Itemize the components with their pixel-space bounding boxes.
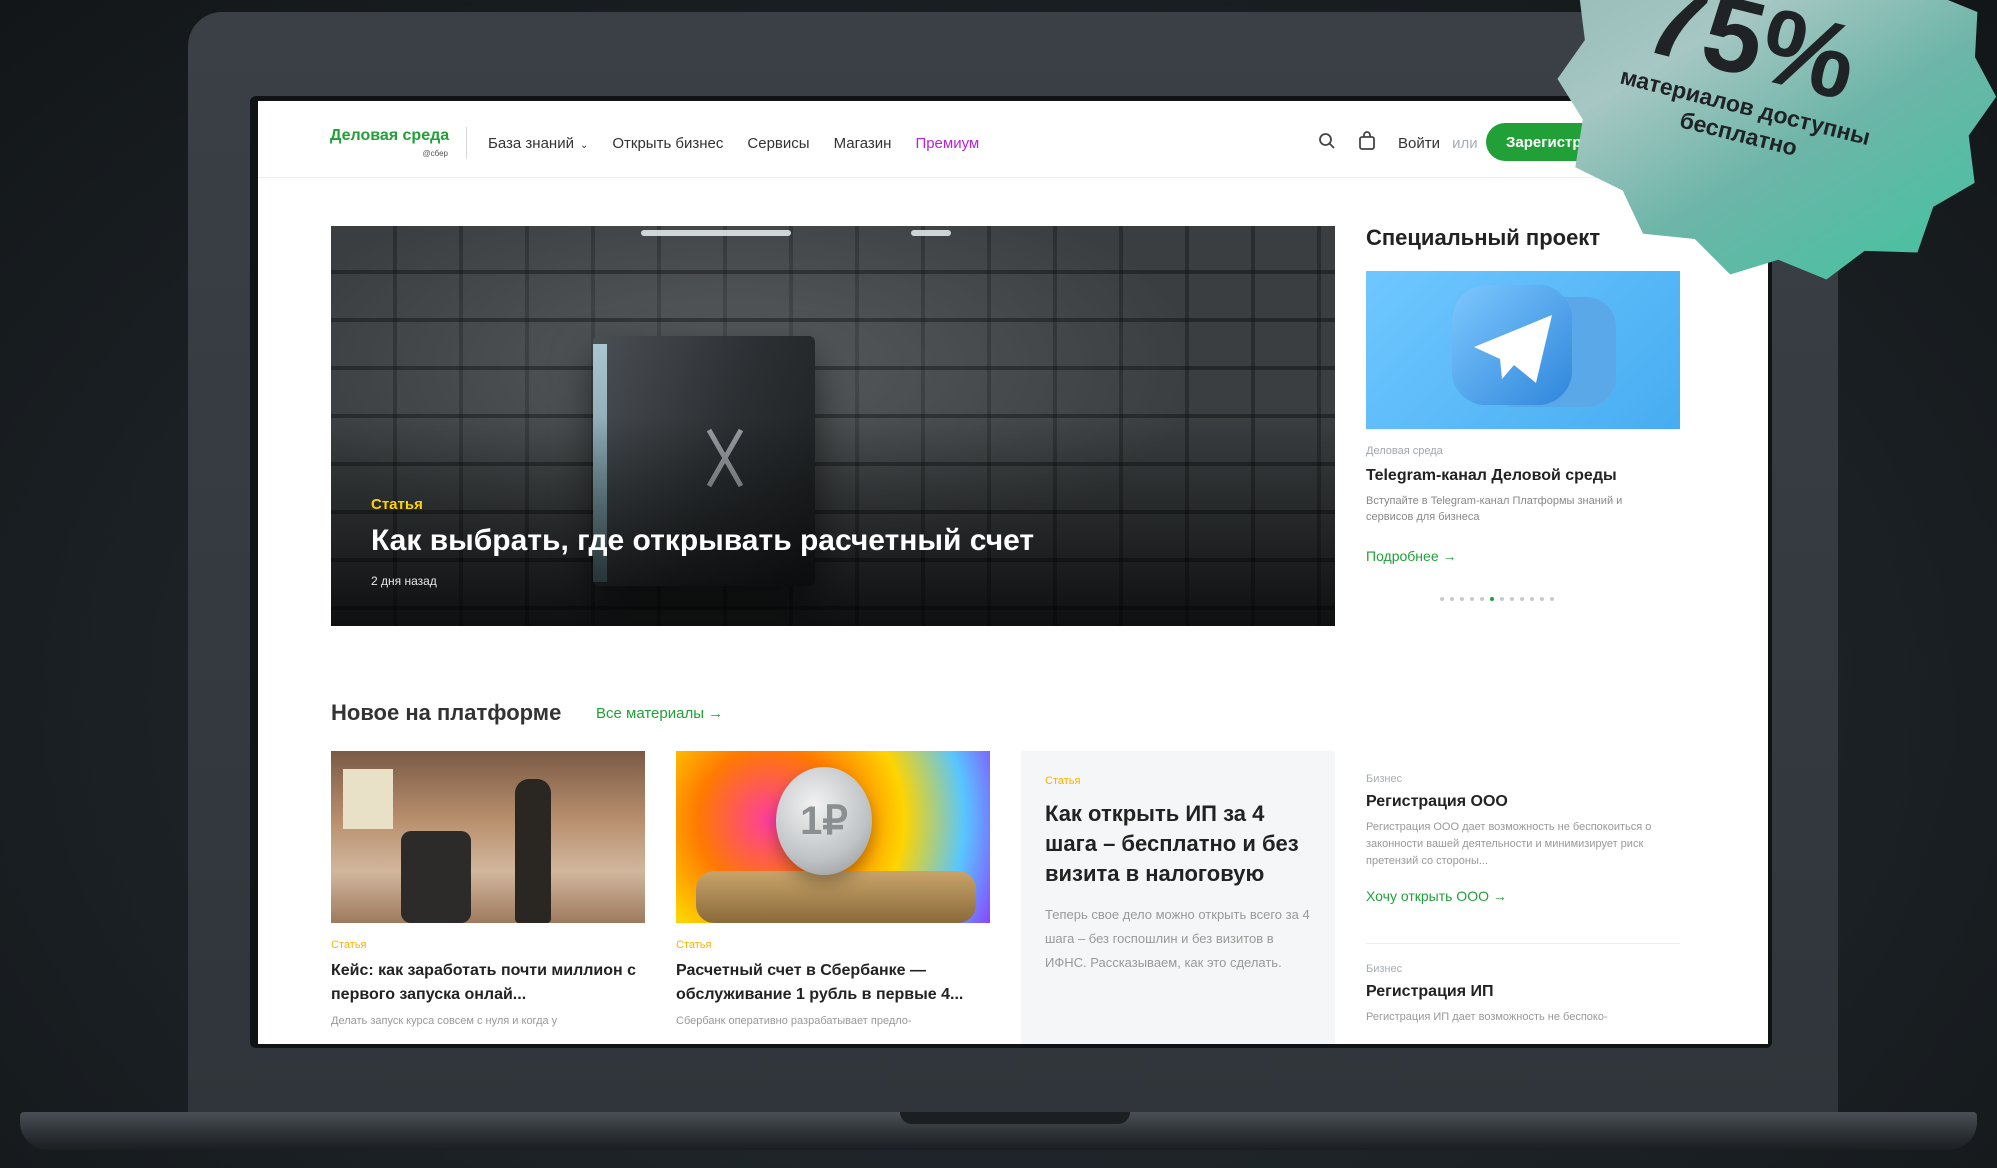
business-title[interactable]: Регистрация ИП — [1366, 983, 1680, 1001]
browser-screen: Деловая среда @сбер База знаний ⌄ Открыть… — [258, 101, 1768, 1044]
login-area: Войти или — [1398, 135, 1478, 152]
card-title[interactable]: Расчетный счет в Сбербанке — обслуживани… — [676, 959, 990, 1007]
bag-icon[interactable] — [1358, 131, 1376, 151]
feature-tag: Статья — [1045, 775, 1081, 787]
login-link[interactable]: Войти — [1398, 135, 1440, 152]
card-image-barbershop — [331, 751, 645, 923]
carousel-dot[interactable] — [1450, 597, 1454, 601]
nav-item-open-business[interactable]: Открыть бизнес — [612, 135, 723, 152]
window-shape — [343, 769, 393, 829]
special-project-source: Деловая среда — [1366, 445, 1443, 457]
business-category: Бизнес — [1366, 773, 1403, 785]
carousel-dot[interactable] — [1460, 597, 1464, 601]
laptop-notch — [900, 1112, 1130, 1124]
business-item[interactable]: Бизнес Регистрация ИП Регистрация ИП дае… — [1366, 963, 1680, 1026]
site-logo[interactable]: Деловая среда @сбер — [330, 127, 452, 165]
feature-description: Теперь свое дело можно открыть всего за … — [1045, 907, 1310, 970]
card-description: Делать запуск курса совсем с нуля и когд… — [331, 1015, 558, 1027]
carousel-dot[interactable] — [1540, 597, 1544, 601]
article-card[interactable]: Статья Кейс: как заработать почти миллио… — [331, 751, 645, 1029]
business-description: Регистрация ИП дает возможность не беспо… — [1366, 1011, 1608, 1023]
carousel-dot[interactable] — [1480, 597, 1484, 601]
site-header: Деловая среда @сбер База знаний ⌄ Открыть… — [258, 101, 1768, 178]
open-ooo-link[interactable]: Хочу открыть ООО → — [1366, 888, 1680, 904]
search-icon[interactable] — [1318, 132, 1336, 150]
nav-item-premium[interactable]: Премиум — [915, 135, 979, 152]
hero-shade — [331, 416, 1335, 626]
card-title[interactable]: Кейс: как заработать почти миллион с пер… — [331, 959, 645, 1007]
business-divider — [1366, 943, 1680, 944]
special-project-image[interactable] — [1366, 271, 1680, 429]
carousel-dot[interactable] — [1500, 597, 1504, 601]
article-card[interactable]: 1₽ Статья Расчетный счет в Сбербанке — о… — [676, 751, 990, 1029]
nav-item-shop[interactable]: Магазин — [834, 135, 892, 152]
carousel-dot[interactable] — [1440, 597, 1444, 601]
hero-ceiling-light — [641, 230, 791, 236]
hero-date: 2 дня назад — [371, 574, 437, 588]
feature-article-card[interactable]: Статья Как открыть ИП за 4 шага – беспла… — [1021, 751, 1335, 1044]
special-project-title[interactable]: Telegram-канал Деловой среды — [1366, 467, 1617, 485]
carousel-dots — [1440, 597, 1554, 601]
business-title[interactable]: Регистрация ООО — [1366, 793, 1680, 811]
feature-title[interactable]: Как открыть ИП за 4 шага – бесплатно и б… — [1045, 799, 1311, 889]
special-project-more-link[interactable]: Подробнее → — [1366, 548, 1457, 564]
nav-item-services[interactable]: Сервисы — [747, 135, 809, 152]
special-project-heading: Специальный проект — [1366, 225, 1601, 250]
card-tag: Статья — [676, 939, 712, 951]
main-nav: База знаний ⌄ Открыть бизнес Сервисы Мага… — [488, 135, 979, 152]
barber-chair-shape — [401, 831, 471, 923]
business-item[interactable]: Бизнес Регистрация ООО Регистрация ООО д… — [1366, 773, 1680, 904]
telegram-logo-icon — [1452, 285, 1616, 407]
business-description: Регистрация ООО дает возможность не бесп… — [1366, 821, 1652, 867]
logo-subtitle: @сбер — [422, 149, 448, 158]
card-tag: Статья — [331, 939, 367, 951]
logo-divider — [466, 127, 467, 159]
hero-article[interactable]: Статья Как выбрать, где открывать расчет… — [331, 226, 1335, 626]
hero-title[interactable]: Как выбрать, где открывать расчетный сче… — [371, 524, 1034, 558]
ruble-coin-icon: 1₽ — [776, 767, 872, 875]
logo-title: Деловая среда — [330, 127, 450, 144]
barber-figure-shape — [515, 779, 551, 923]
all-materials-link[interactable]: Все материалы → — [596, 705, 723, 722]
carousel-dot[interactable] — [1530, 597, 1534, 601]
login-or: или — [1452, 135, 1478, 152]
carousel-dot[interactable] — [1510, 597, 1514, 601]
card-description: Сбербанк оперативно разрабатывает предло… — [676, 1015, 912, 1027]
business-category: Бизнес — [1366, 963, 1403, 975]
coin-stack-shape — [696, 871, 976, 923]
hero-tag: Статья — [371, 496, 423, 513]
carousel-dot[interactable] — [1550, 597, 1554, 601]
special-project-description: Вступайте в Telegram-канал Платформы зна… — [1366, 495, 1623, 523]
chevron-down-icon: ⌄ — [579, 140, 589, 151]
carousel-dot[interactable] — [1520, 597, 1524, 601]
carousel-dot[interactable] — [1490, 597, 1494, 601]
hero-ceiling-light — [911, 230, 951, 236]
new-on-platform-heading: Новое на платформе — [331, 700, 562, 725]
nav-item-knowledge-base[interactable]: База знаний ⌄ — [488, 135, 588, 152]
carousel-dot[interactable] — [1470, 597, 1474, 601]
header-icons — [1318, 131, 1376, 151]
card-image-coins: 1₽ — [676, 751, 990, 923]
nav-label: База знаний — [488, 135, 574, 152]
